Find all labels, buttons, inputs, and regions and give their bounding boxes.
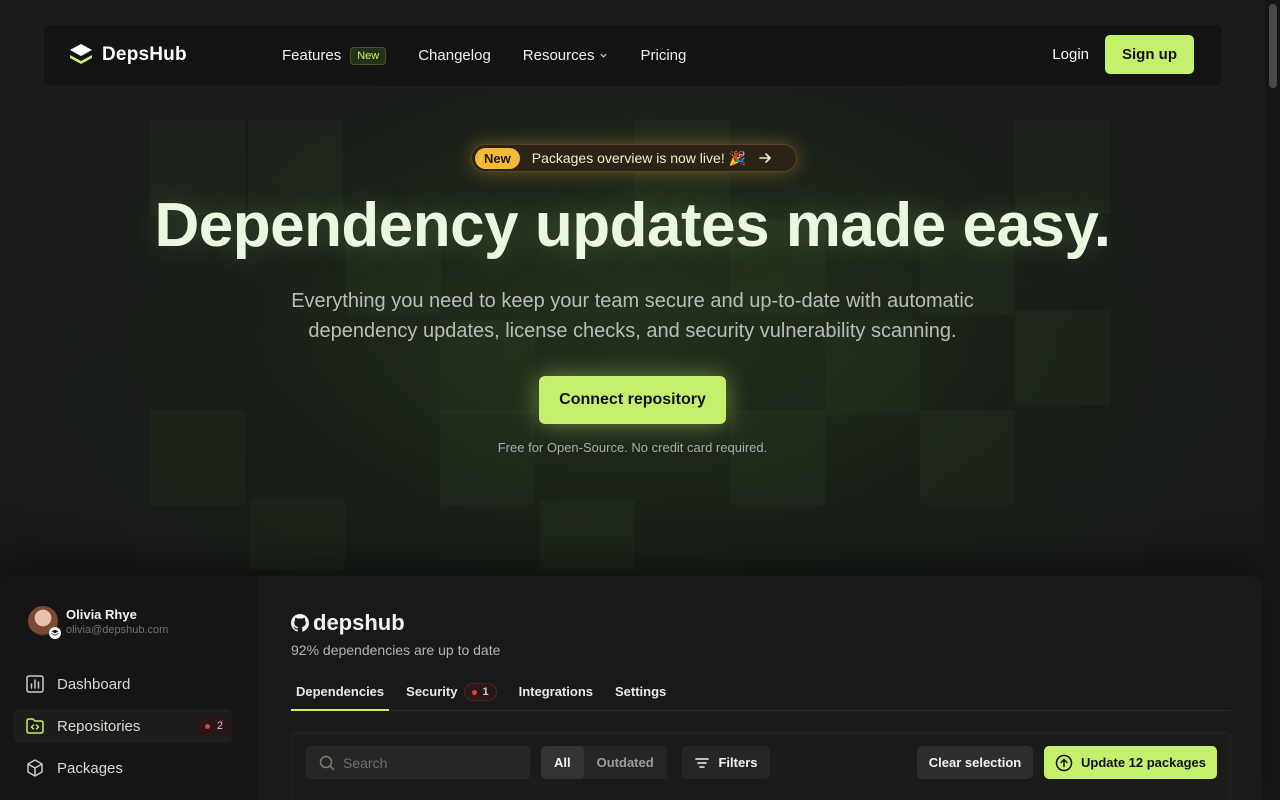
- repo-name: depshub: [313, 610, 405, 635]
- avatar: [28, 606, 61, 639]
- count-value: 2: [216, 720, 223, 732]
- sidebar-item-label: Repositories: [57, 717, 141, 735]
- arrow-right-icon: [759, 153, 771, 163]
- hero-title: Dependency updates made easy.: [154, 191, 1111, 260]
- nav-links: Features New Changelog Resources Pricing: [282, 25, 718, 86]
- repo-status: 92% dependencies are up to date: [291, 642, 501, 658]
- arrow-up-circle-icon: [1055, 754, 1073, 771]
- tab-label: Dependencies: [296, 684, 385, 699]
- alert-dot-icon: [204, 723, 210, 729]
- layers-logo-icon: [70, 44, 92, 64]
- top-navbar: DepsHub Features New Changelog Resources…: [44, 25, 1222, 86]
- tab-label: Security: [406, 684, 458, 699]
- sidebar: Olivia Rhye olivia@depshub.com Dashboard…: [0, 576, 258, 800]
- clear-selection-button[interactable]: Clear selection: [917, 746, 1033, 779]
- nav-actions: Login Sign up: [1052, 35, 1194, 74]
- count-value: 1: [482, 686, 489, 698]
- segment-all[interactable]: All: [541, 746, 584, 779]
- nav-link-label: Changelog: [418, 47, 491, 64]
- nav-link-label: Resources: [522, 47, 595, 64]
- signup-button[interactable]: Sign up: [1105, 35, 1194, 74]
- package-icon: [27, 759, 43, 777]
- packages-toolbar: All Outdated Filters Clear selection Upd…: [291, 732, 1231, 800]
- sidebar-item-label: Packages: [57, 759, 123, 777]
- brand-name: DepsHub: [102, 44, 187, 65]
- connect-repository-button[interactable]: Connect repository: [539, 376, 726, 424]
- security-count-badge: 1: [464, 683, 497, 701]
- filters-button[interactable]: Filters: [682, 746, 770, 779]
- announcement-text: Packages overview is now live! 🎉: [531, 149, 747, 166]
- nav-link-changelog[interactable]: Changelog: [418, 47, 491, 64]
- brand-logo[interactable]: DepsHub: [68, 42, 187, 68]
- user-profile[interactable]: Olivia Rhye olivia@depshub.com: [28, 606, 169, 639]
- main-panel: depshub 92% dependencies are up to date …: [291, 576, 1231, 800]
- filter-segmented-control: All Outdated: [541, 746, 667, 779]
- login-link[interactable]: Login: [1052, 46, 1089, 63]
- brand-badge-icon: [49, 627, 61, 639]
- user-name: Olivia Rhye: [66, 606, 137, 622]
- repo-tabs: Dependencies Security 1 Integrations Set…: [291, 678, 1231, 711]
- nav-link-label: Pricing: [640, 47, 687, 64]
- bar-chart-icon: [26, 675, 44, 693]
- tab-security[interactable]: Security 1: [401, 678, 501, 711]
- tab-label: Settings: [615, 684, 667, 699]
- chevron-down-icon: [600, 53, 608, 58]
- search-icon: [319, 755, 335, 770]
- folder-code-icon: [26, 718, 44, 734]
- tab-integrations[interactable]: Integrations: [514, 678, 598, 711]
- scrollbar-thumb[interactable]: [1269, 4, 1277, 88]
- sidebar-item-repositories[interactable]: Repositories 2: [14, 709, 232, 743]
- hero-subtitle: Everything you need to keep your team se…: [291, 290, 974, 342]
- search-box[interactable]: [306, 746, 530, 779]
- tab-dependencies[interactable]: Dependencies: [291, 678, 390, 711]
- app-preview: Olivia Rhye olivia@depshub.com Dashboard…: [0, 576, 1262, 800]
- user-email: olivia@depshub.com: [66, 623, 169, 636]
- announcement-badge: New: [475, 147, 520, 169]
- filter-lines-icon: [695, 757, 710, 768]
- segment-outdated[interactable]: Outdated: [584, 746, 667, 779]
- nav-link-resources[interactable]: Resources: [523, 47, 609, 64]
- nav-link-label: Features: [282, 47, 342, 64]
- filters-label: Filters: [718, 755, 758, 770]
- sidebar-item-packages[interactable]: Packages: [14, 751, 232, 785]
- repositories-count-badge: 2: [195, 716, 232, 736]
- new-badge: New: [350, 46, 387, 65]
- tab-label: Integrations: [518, 684, 593, 699]
- tab-settings[interactable]: Settings: [610, 678, 671, 711]
- cta-note: Free for Open-Source. No credit card req…: [497, 440, 768, 455]
- nav-link-features[interactable]: Features New: [282, 46, 387, 65]
- alert-dot-icon: [472, 689, 478, 695]
- github-icon: [291, 614, 309, 632]
- repo-title: depshub: [291, 610, 405, 636]
- nav-link-pricing[interactable]: Pricing: [640, 47, 686, 64]
- sidebar-item-dashboard[interactable]: Dashboard: [14, 667, 232, 701]
- search-input[interactable]: [343, 754, 513, 771]
- page-scrollbar[interactable]: [1265, 0, 1280, 800]
- update-packages-button[interactable]: Update 12 packages: [1044, 746, 1217, 779]
- update-label: Update 12 packages: [1080, 755, 1206, 770]
- announcement-banner[interactable]: New Packages overview is now live! 🎉: [471, 144, 797, 172]
- sidebar-item-label: Dashboard: [57, 675, 131, 693]
